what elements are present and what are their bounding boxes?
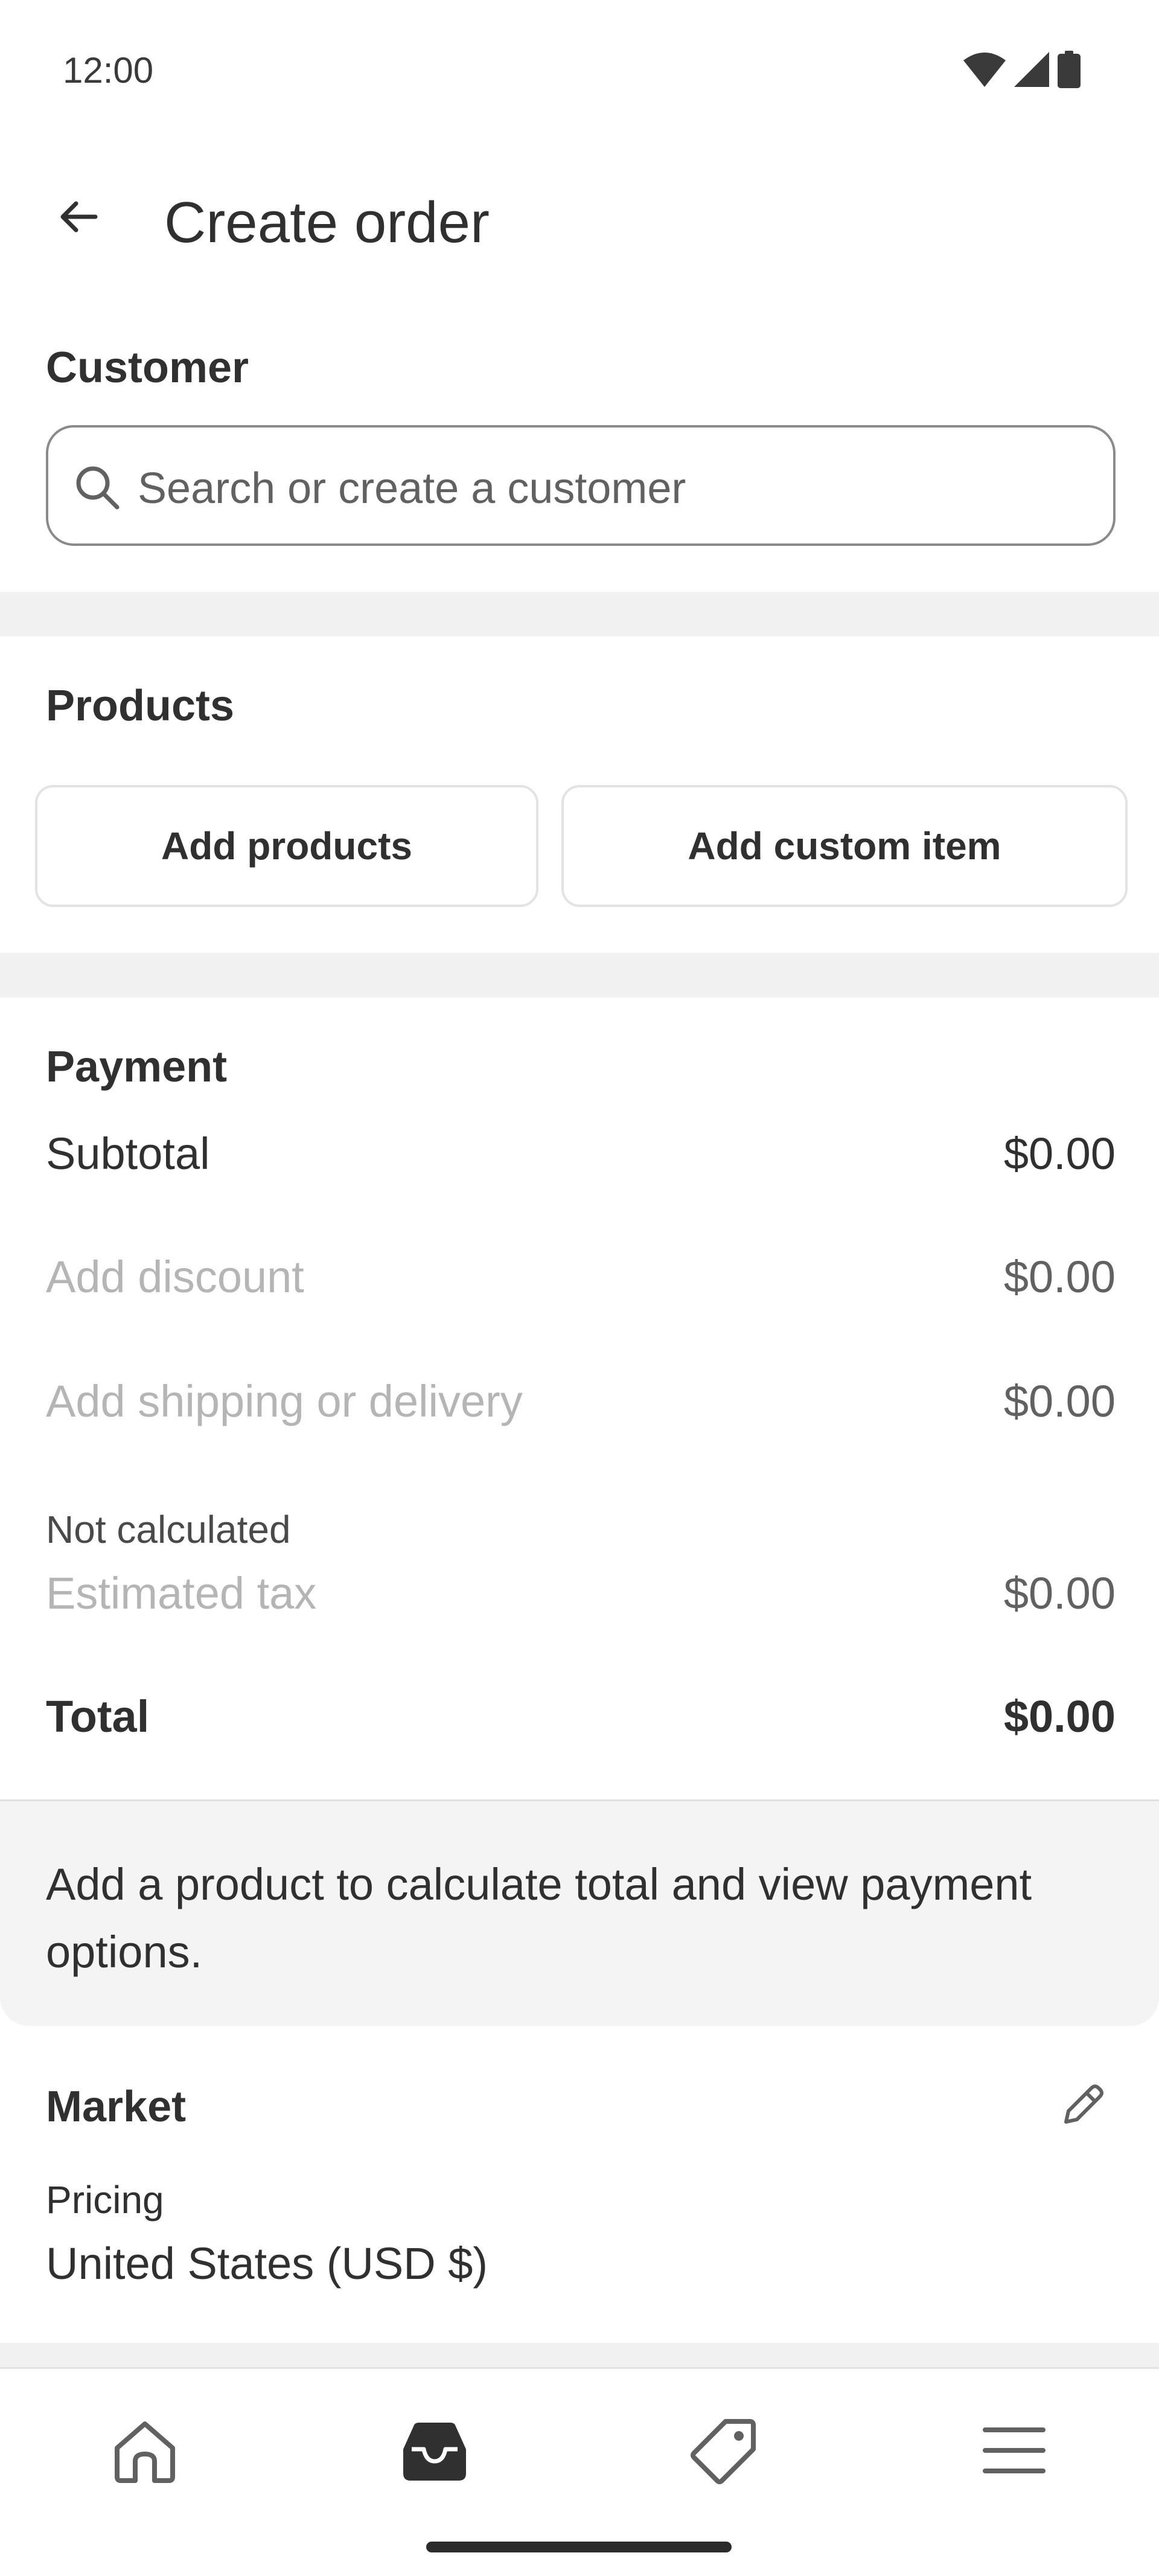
tax-status-note: Not calculated [46,1508,291,1551]
customer-search-input[interactable]: Search or create a customer [46,425,1116,546]
add-shipping-link[interactable]: Add shipping or delivery [46,1376,523,1427]
page-title: Create order [164,190,490,255]
estimated-tax-value: $0.00 [1003,1568,1116,1618]
cellular-signal-icon [1014,52,1049,87]
total-value: $0.00 [1003,1691,1116,1741]
section-divider [0,592,1159,636]
app-header: Create order [0,163,1159,278]
add-discount-link[interactable]: Add discount [46,1251,304,1302]
pricing-label: Pricing [46,2178,164,2222]
add-products-button[interactable]: Add products [35,785,538,907]
orders-icon[interactable] [398,2414,471,2487]
bottom-navigation [0,2367,1159,2576]
section-divider [0,953,1159,998]
search-placeholder: Search or create a customer [138,464,686,513]
status-icons [963,51,1081,88]
add-custom-item-button[interactable]: Add custom item [561,785,1128,907]
market-section-title: Market [46,2083,187,2131]
section-divider [0,2343,1159,2367]
customer-section-title: Customer [46,344,249,392]
shipping-value: $0.00 [1003,1376,1116,1426]
gesture-home-indicator[interactable] [426,2542,732,2552]
estimated-tax-label: Estimated tax [46,1568,317,1618]
subtotal-value: $0.00 [1003,1129,1116,1179]
total-label: Total [46,1691,150,1741]
status-time: 12:00 [63,50,154,91]
back-arrow-icon[interactable] [56,194,100,239]
payment-section-title: Payment [46,1043,228,1091]
home-icon[interactable] [109,2414,181,2487]
pricing-value: United States (USD $) [46,2238,488,2289]
products-section-title: Products [46,682,235,730]
subtotal-label: Subtotal [46,1129,210,1179]
wifi-icon [963,53,1006,87]
menu-icon[interactable] [978,2414,1050,2487]
battery-icon [1058,51,1081,88]
status-bar: 12:00 [0,0,1159,139]
discount-value: $0.00 [1003,1252,1116,1302]
products-tag-icon[interactable] [688,2414,761,2487]
payment-hint-text: Add a product to calculate total and vie… [46,1859,1032,1977]
payment-hint-banner: Add a product to calculate total and vie… [0,1799,1159,2026]
edit-pencil-icon[interactable] [1058,2080,1108,2130]
search-icon [76,466,120,510]
